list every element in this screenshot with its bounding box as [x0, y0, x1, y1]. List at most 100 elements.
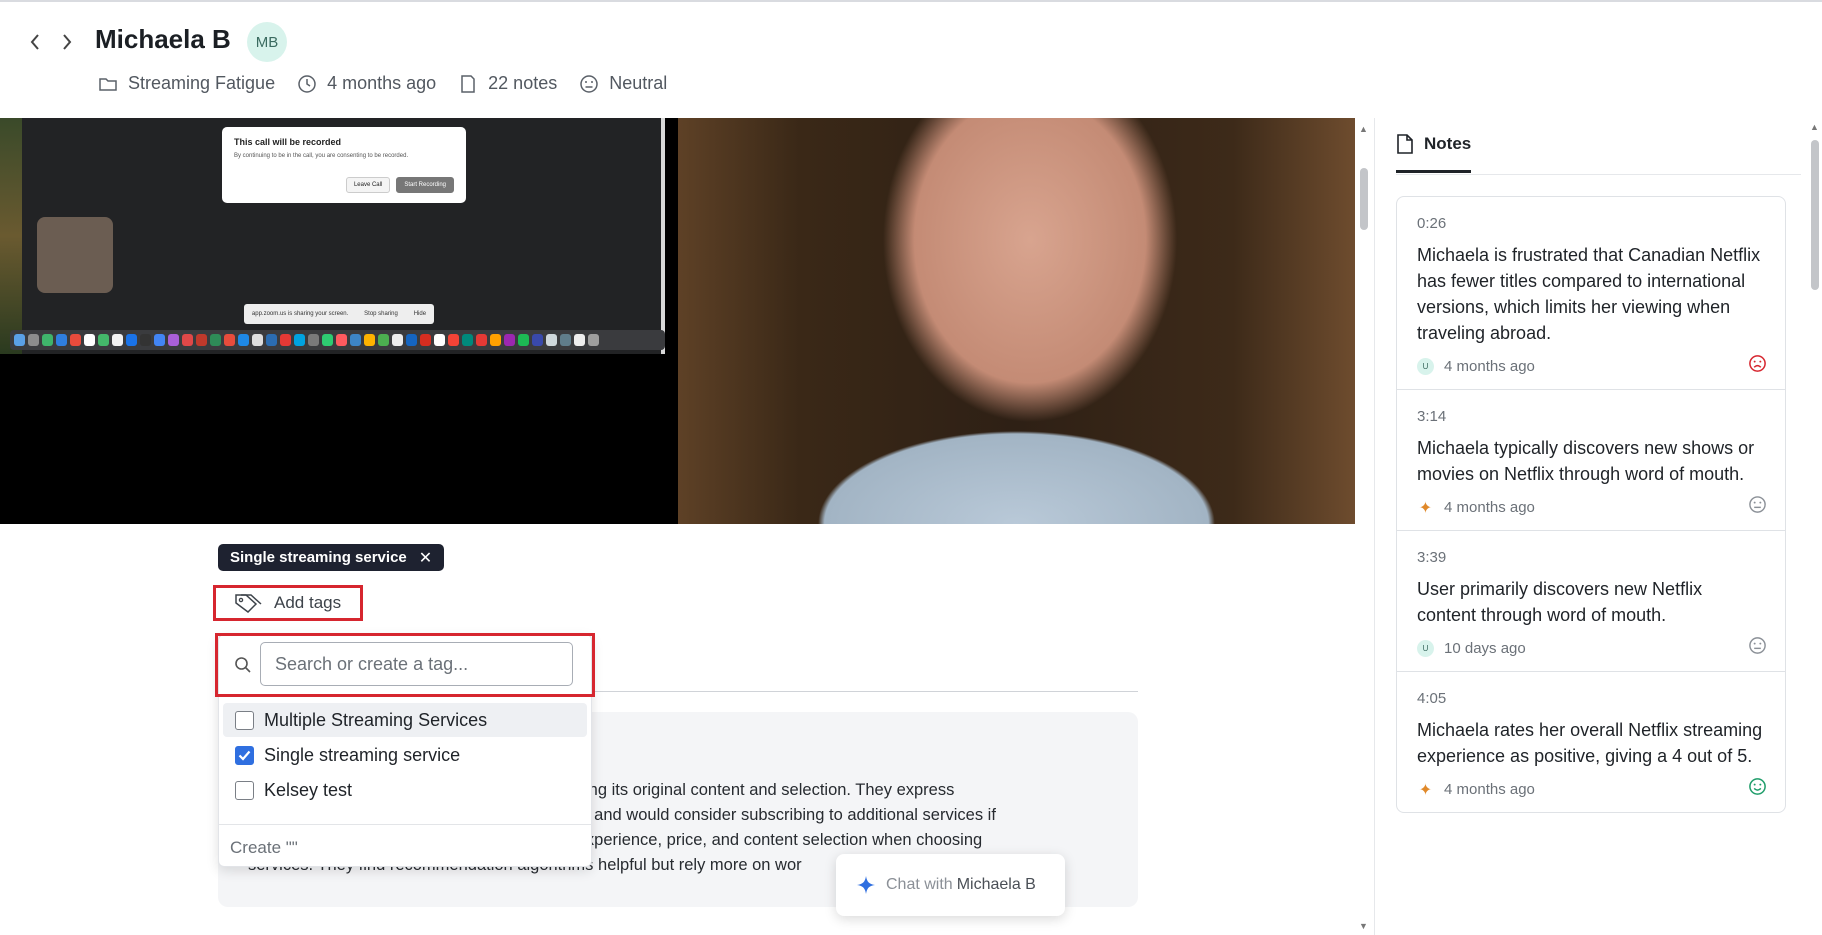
meta-sentiment: Neutral — [579, 73, 667, 94]
content-scrollbar[interactable]: ▲ ▼ — [1357, 118, 1371, 935]
tag-popover: Multiple Streaming Services Single strea… — [215, 633, 595, 867]
summary-text: aluing its original content and selectio… — [563, 778, 1123, 853]
note-text: Michaela is frustrated that Canadian Net… — [1417, 245, 1761, 343]
note-timestamp[interactable]: 0:26 — [1417, 215, 1765, 232]
neutral-sentiment-icon — [1749, 496, 1766, 513]
hide-label: Hide — [413, 311, 427, 317]
time-label: 4 months ago — [327, 73, 437, 93]
note-icon — [1397, 134, 1413, 154]
tag-icon — [235, 594, 262, 613]
screen-share-feed: This call will be recorded By continuing… — [0, 118, 677, 524]
project-label: Streaming Fatigue — [128, 73, 276, 93]
recording-dialog: This call will be recorded By continuing… — [222, 127, 466, 203]
remove-tag-icon[interactable]: ✕ — [419, 548, 432, 568]
scrollbar-thumb[interactable] — [1811, 140, 1819, 290]
neutral-face-icon — [580, 74, 598, 93]
summary-line: ons and would consider subscribing to ad… — [563, 806, 996, 824]
check-icon — [238, 750, 251, 761]
desktop-wallpaper — [0, 118, 22, 354]
window-top-edge — [0, 0, 1822, 2]
note-card[interactable]: 0:26 Michaela is frustrated that Canadia… — [1397, 197, 1785, 390]
interview-meta: Streaming Fatigue 4 months ago 22 notes … — [98, 73, 667, 94]
chevron-right-icon — [63, 34, 72, 50]
note-text: Michaela rates her overall Netflix strea… — [1417, 720, 1763, 766]
tag-option[interactable]: Multiple Streaming Services — [223, 703, 587, 737]
page-title: Michaela B — [95, 24, 231, 54]
notes-scrollbar[interactable]: ▲ — [1808, 118, 1822, 935]
tag-option[interactable]: Kelsey test — [223, 773, 587, 807]
note-age: 4 months ago — [1444, 358, 1535, 375]
back-button[interactable] — [24, 30, 46, 54]
leave-call-button: Leave Call — [345, 177, 391, 193]
popover-divider — [219, 824, 591, 825]
create-tag-option[interactable]: Create "" — [230, 838, 298, 858]
negative-sentiment-icon — [1749, 355, 1766, 372]
user-author-icon: U — [1417, 640, 1434, 657]
meta-time: 4 months ago — [297, 73, 436, 94]
app-dock — [10, 330, 665, 350]
tag-chip-label: Single streaming service — [230, 549, 407, 566]
chevron-left-icon — [30, 34, 39, 50]
share-notification: app.zoom.us is sharing your screen. Stop… — [244, 304, 434, 324]
scroll-up-arrow-icon[interactable]: ▲ — [1810, 122, 1819, 132]
note-text: User primarily discovers new Netflix con… — [1417, 579, 1703, 625]
chat-button[interactable]: Chat with Michaela B — [836, 854, 1065, 916]
tag-option[interactable]: Single streaming service — [223, 738, 587, 772]
folder-icon — [99, 77, 117, 91]
tag-option-label: Multiple Streaming Services — [264, 709, 488, 730]
note-timestamp[interactable]: 4:05 — [1417, 690, 1765, 707]
tag-search-box — [215, 633, 595, 697]
note-timestamp[interactable]: 3:14 — [1417, 408, 1765, 425]
checkbox-checked[interactable] — [235, 745, 254, 765]
search-icon — [235, 657, 251, 673]
ai-author-icon: ✦ — [1418, 499, 1433, 517]
participant-thumbnail — [37, 217, 113, 293]
meta-project[interactable]: Streaming Fatigue — [98, 73, 275, 94]
dialog-title: This call will be recorded — [234, 137, 342, 147]
checkbox[interactable] — [235, 780, 254, 800]
tab-notes[interactable]: Notes — [1396, 134, 1472, 173]
tag-chip[interactable]: Single streaming service ✕ — [218, 544, 445, 571]
participant-webcam-feed — [678, 118, 1355, 524]
positive-sentiment-icon — [1749, 778, 1766, 795]
notes-tab-label: Notes — [1424, 134, 1472, 153]
notes-tab-divider — [1396, 174, 1801, 175]
notes-list: 0:26 Michaela is frustrated that Canadia… — [1396, 196, 1786, 813]
neutral-sentiment-icon — [1749, 637, 1766, 654]
tag-option-label: Single streaming service — [264, 744, 461, 765]
sentiment-label: Neutral — [609, 73, 668, 93]
chat-name: Michaela B — [956, 876, 1036, 893]
add-tags-button[interactable]: Add tags — [213, 585, 363, 621]
note-card[interactable]: 3:39 User primarily discovers new Netfli… — [1397, 531, 1785, 672]
summary-line: e experience, price, and content selecti… — [563, 831, 983, 849]
tag-search-input[interactable] — [260, 642, 573, 686]
note-icon — [461, 74, 475, 93]
user-author-icon: U — [1417, 358, 1434, 375]
stop-sharing-label: Stop sharing — [364, 311, 398, 317]
note-age: 4 months ago — [1444, 499, 1535, 516]
forward-button[interactable] — [56, 30, 78, 54]
meta-notes: 22 notes — [458, 73, 557, 94]
dialog-text: By continuing to be in the call, you are… — [234, 153, 409, 159]
avatar[interactable]: MB — [247, 22, 287, 62]
scroll-up-arrow-icon[interactable]: ▲ — [1359, 124, 1368, 134]
tag-option-label: Kelsey test — [264, 779, 353, 800]
note-timestamp[interactable]: 3:39 — [1417, 549, 1765, 566]
note-card[interactable]: 4:05 Michaela rates her overall Netflix … — [1397, 672, 1785, 812]
scroll-down-arrow-icon[interactable]: ▼ — [1359, 921, 1368, 931]
clock-icon — [298, 74, 316, 93]
chat-prefix: Chat with — [886, 876, 953, 893]
checkbox[interactable] — [235, 710, 254, 730]
note-card[interactable]: 3:14 Michaela typically discovers new sh… — [1397, 390, 1785, 531]
add-tags-label: Add tags — [274, 593, 342, 612]
note-age: 10 days ago — [1444, 640, 1526, 657]
share-text: app.zoom.us is sharing your screen. — [251, 311, 349, 317]
history-nav — [24, 30, 78, 54]
note-age: 4 months ago — [1444, 781, 1535, 798]
ai-author-icon: ✦ — [1418, 781, 1433, 799]
shared-desktop: This call will be recorded By continuing… — [0, 118, 665, 354]
video-player[interactable]: This call will be recorded By continuing… — [0, 118, 1355, 524]
start-recording-button: Start Recording — [396, 177, 454, 193]
scrollbar-thumb[interactable] — [1360, 168, 1368, 230]
summary-line: aluing its original content and selectio… — [563, 781, 955, 799]
